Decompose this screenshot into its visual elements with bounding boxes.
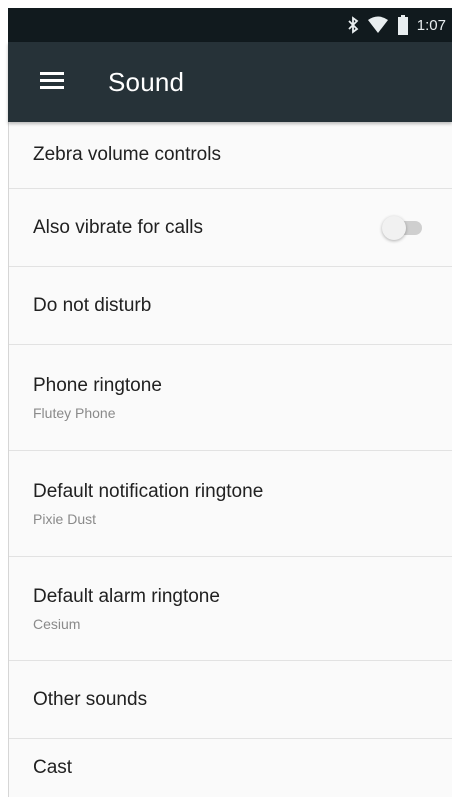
- hamburger-menu-icon: [40, 70, 64, 95]
- app-bar: Sound: [8, 42, 452, 122]
- setting-other-sounds[interactable]: Other sounds: [9, 661, 452, 739]
- setting-zebra-volume-controls[interactable]: Zebra volume controls: [9, 122, 452, 189]
- setting-summary: Flutey Phone: [33, 404, 116, 421]
- setting-also-vibrate-for-calls[interactable]: Also vibrate for calls: [9, 189, 452, 267]
- setting-summary: Pixie Dust: [33, 510, 97, 527]
- menu-button[interactable]: [22, 52, 82, 112]
- status-bar: 1:07: [8, 8, 452, 42]
- clock: 1:07: [416, 16, 446, 34]
- setting-title: Also vibrate for calls: [33, 216, 204, 238]
- vibrate-toggle-switch[interactable]: [382, 215, 422, 240]
- settings-list: Zebra volume controls Also vibrate for c…: [8, 122, 452, 797]
- battery-icon: [397, 15, 409, 35]
- setting-phone-ringtone[interactable]: Phone ringtone Flutey Phone: [9, 345, 452, 451]
- setting-title: Phone ringtone: [33, 374, 162, 396]
- toggle-thumb: [382, 215, 406, 240]
- setting-title: Other sounds: [33, 688, 148, 710]
- setting-do-not-disturb[interactable]: Do not disturb: [9, 267, 452, 345]
- page-title: Sound: [108, 66, 185, 97]
- setting-title: Do not disturb: [33, 294, 152, 316]
- setting-title: Zebra volume controls: [33, 144, 221, 165]
- setting-cast[interactable]: Cast: [9, 739, 452, 797]
- wifi-icon: [367, 16, 389, 34]
- setting-title: Default alarm ringtone: [33, 585, 220, 607]
- setting-title: Default notification ringtone: [33, 480, 264, 502]
- setting-default-alarm-ringtone[interactable]: Default alarm ringtone Cesium: [9, 557, 452, 661]
- bluetooth-icon: [347, 16, 359, 34]
- setting-title: Cast: [33, 757, 73, 778]
- setting-summary: Cesium: [33, 615, 81, 632]
- setting-default-notification-ringtone[interactable]: Default notification ringtone Pixie Dust: [9, 451, 452, 557]
